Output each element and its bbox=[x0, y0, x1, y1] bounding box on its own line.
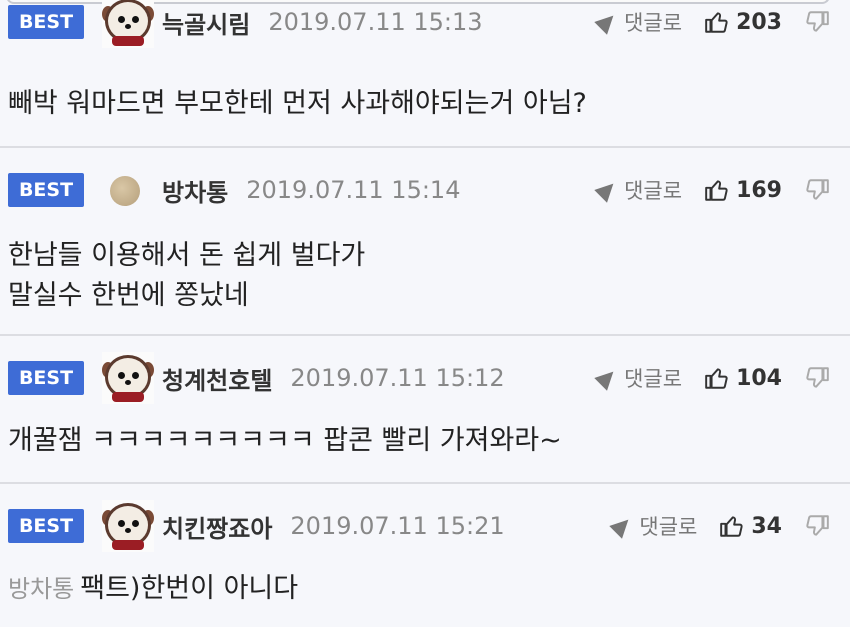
author-name[interactable]: 늑골시림 bbox=[162, 5, 250, 40]
comment-date: 2019.07.11 15:21 bbox=[290, 512, 505, 540]
dislike-button[interactable] bbox=[804, 9, 830, 35]
dog-avatar[interactable] bbox=[102, 0, 154, 48]
reply-arrow-icon bbox=[594, 177, 620, 203]
comment-header: BEST 치킨짱죠아 2019.07.11 15:21 댓글로 34 bbox=[8, 496, 850, 556]
comment-text: 팩트)한번이 아니다 bbox=[80, 573, 299, 604]
comment-date: 2019.07.11 15:14 bbox=[246, 176, 461, 204]
best-badge: BEST bbox=[8, 361, 84, 395]
comment-line: 말실수 한번에 쫑났네 bbox=[8, 280, 249, 311]
thumbs-up-icon bbox=[705, 368, 728, 389]
comment-line: 한남들 이용해서 돈 쉽게 벌다가 bbox=[8, 240, 366, 271]
comment-body: 개꿀잼 ㅋㅋㅋㅋㅋㅋㅋㅋㅋ 팝콘 빨리 가져와라~ bbox=[8, 421, 840, 461]
reply-button[interactable]: 댓글로 bbox=[594, 7, 683, 37]
thumbs-down-icon bbox=[806, 11, 829, 32]
reply-mention[interactable]: 방차통 bbox=[8, 575, 74, 603]
like-button[interactable]: 203 bbox=[704, 9, 782, 35]
comment-body: 빼박 워마드면 부모한테 먼저 사과해야되는거 아님? bbox=[8, 84, 840, 124]
reply-label: 댓글로 bbox=[624, 179, 683, 203]
dislike-button[interactable] bbox=[804, 365, 830, 391]
comment-body: 한남들 이용해서 돈 쉽게 벌다가 말실수 한번에 쫑났네 bbox=[8, 236, 840, 316]
round-avatar[interactable] bbox=[102, 164, 154, 216]
like-count: 34 bbox=[751, 513, 782, 539]
comment-body: 방차통 팩트)한번이 아니다 bbox=[8, 569, 840, 609]
thumbs-up-icon bbox=[720, 516, 744, 537]
thumbs-up-icon bbox=[705, 12, 728, 33]
like-button[interactable]: 169 bbox=[704, 177, 782, 203]
comment-date: 2019.07.11 15:13 bbox=[268, 8, 483, 36]
like-count: 169 bbox=[736, 177, 782, 203]
reply-arrow-icon bbox=[609, 513, 636, 539]
like-count: 203 bbox=[736, 9, 782, 35]
like-count: 104 bbox=[736, 365, 782, 391]
dislike-button[interactable] bbox=[804, 177, 830, 203]
comment-header: BEST 청계천호텔 2019.07.11 15:12 댓글로 104 bbox=[8, 348, 850, 408]
reply-arrow-icon bbox=[594, 9, 620, 35]
best-badge: BEST bbox=[8, 173, 84, 207]
comment-item: BEST 청계천호텔 2019.07.11 15:12 댓글로 104 개꿀잼 … bbox=[0, 336, 850, 484]
like-button[interactable]: 34 bbox=[719, 513, 782, 539]
dog-avatar[interactable] bbox=[102, 352, 154, 404]
like-button[interactable]: 104 bbox=[704, 365, 782, 391]
best-comment-list: BEST 늑골시림 2019.07.11 15:13 댓글로 203 빼박 워마… bbox=[0, 0, 850, 627]
thumbs-down-icon bbox=[806, 179, 829, 200]
reply-label: 댓글로 bbox=[624, 11, 683, 35]
comment-item: BEST 치킨짱죠아 2019.07.11 15:21 댓글로 34 방차통 팩트… bbox=[0, 484, 850, 627]
reply-button[interactable]: 댓글로 bbox=[594, 363, 683, 393]
comment-item: BEST 방차통 2019.07.11 15:14 댓글로 169 한남들 이용… bbox=[0, 148, 850, 336]
author-name[interactable]: 방차통 bbox=[162, 173, 228, 208]
thumbs-up-icon bbox=[705, 180, 728, 201]
dislike-button[interactable] bbox=[804, 513, 830, 539]
best-badge: BEST bbox=[8, 5, 84, 39]
reply-label: 댓글로 bbox=[639, 515, 698, 539]
best-badge: BEST bbox=[8, 509, 84, 543]
reply-label: 댓글로 bbox=[624, 367, 683, 391]
thumbs-down-icon bbox=[806, 367, 829, 388]
comment-date: 2019.07.11 15:12 bbox=[290, 364, 505, 392]
comment-item: BEST 늑골시림 2019.07.11 15:13 댓글로 203 빼박 워마… bbox=[0, 0, 850, 148]
comment-line: 빼박 워마드면 부모한테 먼저 사과해야되는거 아님? bbox=[8, 88, 587, 119]
reply-arrow-icon bbox=[594, 365, 620, 391]
dog-avatar[interactable] bbox=[102, 500, 154, 552]
thumbs-down-icon bbox=[806, 515, 829, 536]
comment-header: BEST 방차통 2019.07.11 15:14 댓글로 169 bbox=[8, 160, 850, 220]
reply-button[interactable]: 댓글로 bbox=[609, 511, 698, 541]
author-name[interactable]: 청계천호텔 bbox=[162, 361, 272, 396]
comment-line: 방차통 팩트)한번이 아니다 bbox=[8, 569, 840, 609]
comment-header: BEST 늑골시림 2019.07.11 15:13 댓글로 203 bbox=[8, 0, 850, 52]
reply-button[interactable]: 댓글로 bbox=[594, 175, 683, 205]
author-name[interactable]: 치킨짱죠아 bbox=[162, 509, 272, 544]
comment-line: 개꿀잼 ㅋㅋㅋㅋㅋㅋㅋㅋㅋ 팝콘 빨리 가져와라~ bbox=[8, 425, 562, 456]
